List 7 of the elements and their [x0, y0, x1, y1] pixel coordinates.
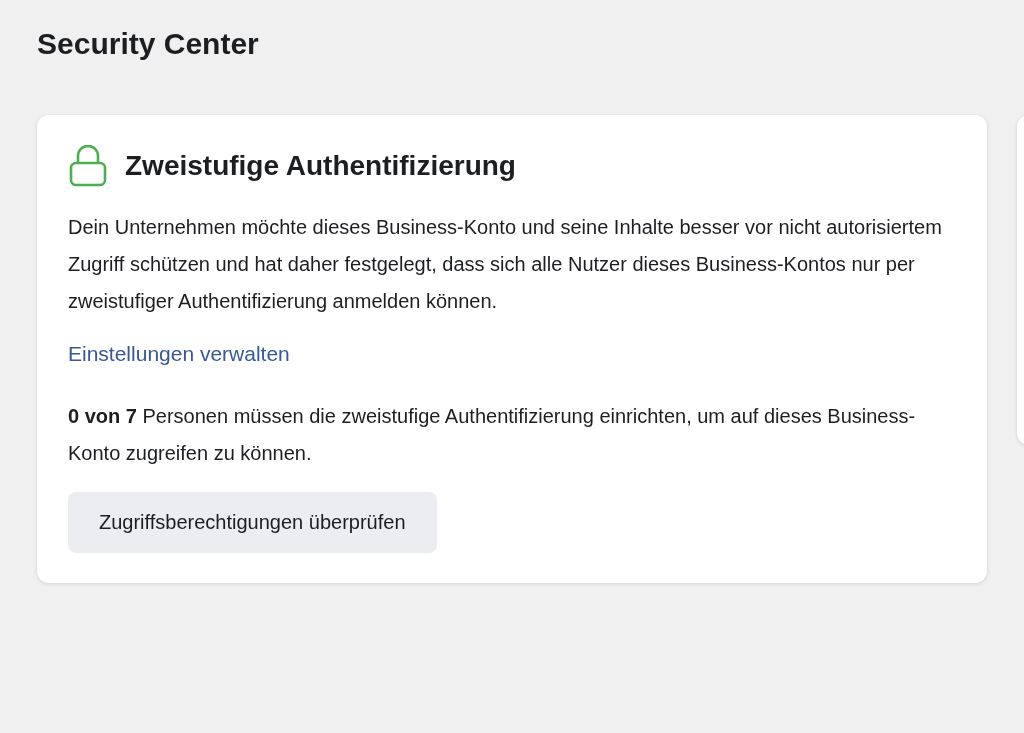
card-title: Zweistufige Authentifizierung — [125, 150, 516, 182]
status-text: 0 von 7 Personen müssen die zweistufige Authentifizierung einrichten, um auf dieses Business-Konto zugreifen zu können. — [68, 404, 917, 466]
page-title: Security Center — [37, 26, 260, 62]
review-permissions-button[interactable]: Zugriffsberechtigungen überprüfen — [68, 492, 437, 553]
description-text: Dein Unternehmen möchte dieses Business-Konto und seine Inhalte besser vor nicht autorisiertem Zugriff schützen und hat daher festgelegt, dass sich alle Nutzer dieses Business-Kontos nur per zweistufiger Authentifizierung anmelden können. — [68, 215, 943, 314]
manage-settings-link[interactable]: Einstellungen verwalten — [68, 342, 290, 366]
lock-icon — [68, 145, 108, 187]
